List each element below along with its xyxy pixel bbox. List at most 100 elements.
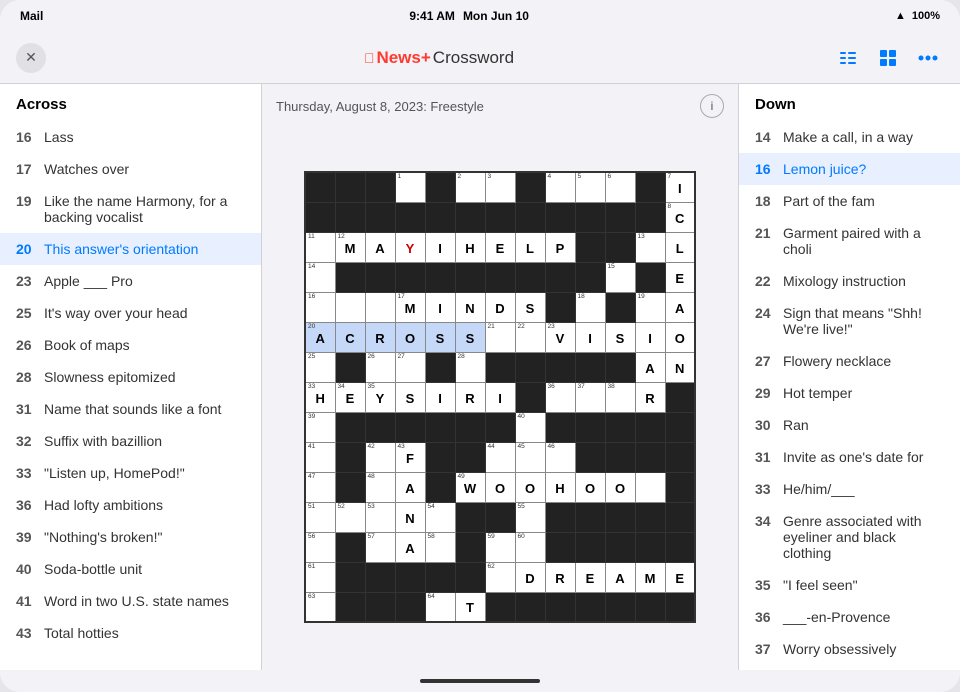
grid-cell[interactable]: 14 (305, 262, 335, 292)
grid-cell[interactable]: 1 (395, 172, 425, 202)
grid-cell[interactable]: 39 (305, 412, 335, 442)
grid-cell[interactable]: Y (395, 232, 425, 262)
grid-cell[interactable] (455, 412, 485, 442)
grid-cell[interactable] (395, 202, 425, 232)
grid-cell[interactable] (605, 412, 635, 442)
grid-cell[interactable]: 21 (485, 322, 515, 352)
grid-cell[interactable] (665, 472, 695, 502)
list-item[interactable]: 39 "Nothing's broken!" (0, 521, 261, 553)
grid-cell[interactable]: R (635, 382, 665, 412)
grid-cell[interactable] (485, 262, 515, 292)
grid-cell[interactable] (305, 172, 335, 202)
grid-cell[interactable] (545, 532, 575, 562)
list-item[interactable]: 30 Ran (739, 409, 960, 441)
grid-cell[interactable] (335, 592, 365, 622)
grid-cell[interactable] (605, 352, 635, 382)
grid-cell[interactable]: 36 (545, 382, 575, 412)
grid-cell[interactable] (485, 502, 515, 532)
grid-cell[interactable] (635, 532, 665, 562)
grid-cell[interactable] (425, 562, 455, 592)
grid-cell[interactable] (365, 292, 395, 322)
grid-cell[interactable] (635, 412, 665, 442)
grid-cell[interactable]: S (515, 292, 545, 322)
grid-cell[interactable]: 7I (665, 172, 695, 202)
grid-cell[interactable] (575, 202, 605, 232)
grid-cell[interactable]: L (515, 232, 545, 262)
grid-cell[interactable]: 48 (365, 472, 395, 502)
grid-cell[interactable]: 16 (305, 292, 335, 322)
grid-cell[interactable]: 62 (485, 562, 515, 592)
grid-cell[interactable] (425, 412, 455, 442)
grid-cell[interactable] (605, 292, 635, 322)
grid-cell[interactable]: A (365, 232, 395, 262)
grid-cell[interactable]: D (515, 562, 545, 592)
grid-cell[interactable] (515, 382, 545, 412)
grid-cell[interactable] (605, 202, 635, 232)
grid-cell[interactable]: 3 (485, 172, 515, 202)
grid-cell[interactable]: A (395, 532, 425, 562)
grid-cell[interactable]: 19 (635, 292, 665, 322)
list-item[interactable]: 25 It's way over your head (0, 297, 261, 329)
grid-cell[interactable] (365, 202, 395, 232)
grid-cell[interactable]: H (455, 232, 485, 262)
grid-cell[interactable] (365, 562, 395, 592)
grid-cell[interactable]: 17M (395, 292, 425, 322)
grid-cell[interactable]: 44 (485, 442, 515, 472)
grid-cell[interactable]: D (485, 292, 515, 322)
grid-cell[interactable]: E (665, 562, 695, 592)
grid-cell[interactable] (485, 202, 515, 232)
list-item-active[interactable]: 20 This answer's orientation (0, 233, 261, 265)
grid-cell[interactable]: 52 (335, 502, 365, 532)
grid-cell[interactable]: 49W (455, 472, 485, 502)
grid-cell[interactable]: A (395, 472, 425, 502)
list-item[interactable]: 36 Had lofty ambitions (0, 489, 261, 521)
grid-cell[interactable] (545, 202, 575, 232)
list-item[interactable]: 22 Mixology instruction (739, 265, 960, 297)
grid-cell[interactable] (425, 442, 455, 472)
grid-cell[interactable] (575, 532, 605, 562)
grid-cell[interactable] (335, 172, 365, 202)
list-item[interactable]: 32 Suffix with bazillion (0, 425, 261, 457)
grid-cell[interactable]: 35Y (365, 382, 395, 412)
grid-cell[interactable]: 58 (425, 532, 455, 562)
grid-cell[interactable]: 26 (365, 352, 395, 382)
grid-cell[interactable] (335, 262, 365, 292)
grid-cell[interactable]: O (485, 472, 515, 502)
grid-cell[interactable] (305, 202, 335, 232)
grid-cell[interactable] (335, 292, 365, 322)
grid-cell[interactable]: 6 (605, 172, 635, 202)
grid-cell[interactable] (515, 202, 545, 232)
list-item[interactable]: 31 Invite as one's date for (739, 441, 960, 473)
grid-cell[interactable]: O (395, 322, 425, 352)
grid-cell[interactable]: 28 (455, 352, 485, 382)
grid-cell[interactable] (455, 262, 485, 292)
grid-cell[interactable]: 37 (575, 382, 605, 412)
grid-cell[interactable]: N (395, 502, 425, 532)
grid-cell[interactable]: 60 (515, 532, 545, 562)
list-item[interactable]: 33 He/him/___ (739, 473, 960, 505)
grid-cell[interactable]: 15 (605, 262, 635, 292)
grid-cell[interactable] (455, 562, 485, 592)
grid-cell[interactable]: O (515, 472, 545, 502)
grid-cell[interactable]: 59 (485, 532, 515, 562)
list-item[interactable]: 23 Apple ___ Pro (0, 265, 261, 297)
grid-cell[interactable] (605, 232, 635, 262)
grid-cell[interactable]: 20A (305, 322, 335, 352)
list-item[interactable]: 41 Word in two U.S. state names (0, 585, 261, 617)
grid-cell[interactable]: R (545, 562, 575, 592)
list-item[interactable]: 43 Total hotties (0, 617, 261, 649)
grid-cell[interactable]: 41 (305, 442, 335, 472)
grid-cell[interactable]: A (665, 292, 695, 322)
grid-cell[interactable]: N (665, 352, 695, 382)
grid-cell[interactable]: M (635, 562, 665, 592)
grid-cell[interactable]: H (545, 472, 575, 502)
grid-cell[interactable] (575, 502, 605, 532)
grid-cell[interactable] (515, 172, 545, 202)
grid-cell[interactable] (515, 262, 545, 292)
grid-cell[interactable] (395, 412, 425, 442)
grid-cell[interactable]: 23V (545, 322, 575, 352)
grid-cell[interactable] (575, 352, 605, 382)
grid-cell[interactable]: 64 (425, 592, 455, 622)
grid-cell[interactable]: 4 (545, 172, 575, 202)
grid-cell[interactable] (455, 532, 485, 562)
